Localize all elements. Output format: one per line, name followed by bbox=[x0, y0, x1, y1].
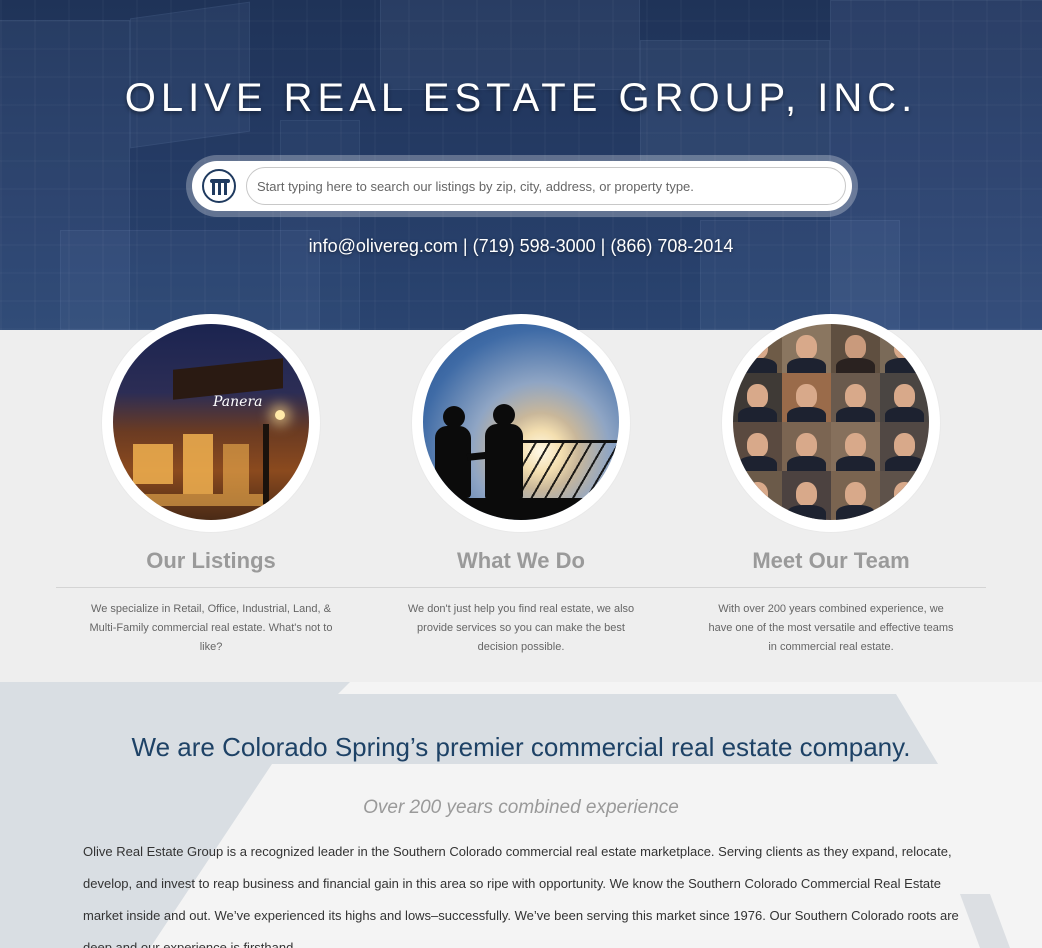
feature-what-we-do[interactable]: What We Do We don't just help you find r… bbox=[366, 314, 676, 682]
about-subheading: Over 200 years combined experience bbox=[363, 797, 679, 818]
feature-row: Panera Our Listings We specialize in Ret… bbox=[0, 314, 1042, 682]
team-photo[interactable] bbox=[733, 324, 929, 520]
feature-title[interactable]: Our Listings bbox=[56, 548, 366, 574]
about-heading: We are Colorado Spring’s premier commerc… bbox=[131, 732, 911, 762]
site-title[interactable]: OLIVE REAL ESTATE GROUP, INC. bbox=[0, 76, 1042, 121]
about-body: Olive Real Estate Group is a recognized … bbox=[83, 844, 959, 948]
divider bbox=[676, 587, 986, 588]
feature-description: We don't just help you find real estate,… bbox=[407, 603, 635, 653]
restaurant-photo[interactable]: Panera bbox=[113, 324, 309, 520]
feature-description: With over 200 years combined experience,… bbox=[708, 603, 954, 653]
hero-banner: OLIVE REAL ESTATE GROUP, INC. info@olive… bbox=[0, 0, 1042, 330]
divider bbox=[366, 587, 676, 588]
search-bar-inner bbox=[192, 161, 852, 211]
feature-description: We specialize in Retail, Office, Industr… bbox=[89, 603, 333, 653]
about-section: We are Colorado Spring’s premier commerc… bbox=[0, 682, 1042, 948]
feature-title[interactable]: What We Do bbox=[366, 548, 676, 574]
handshake-photo[interactable] bbox=[423, 324, 619, 520]
contact-info: info@olivereg.com | (719) 598-3000 | (86… bbox=[308, 236, 734, 256]
feature-meet-our-team[interactable]: Meet Our Team With over 200 years combin… bbox=[676, 314, 986, 682]
feature-title[interactable]: Meet Our Team bbox=[676, 548, 986, 574]
columns-logo-icon[interactable] bbox=[202, 169, 236, 203]
divider bbox=[56, 587, 366, 588]
search-bar bbox=[186, 155, 858, 217]
search-input[interactable] bbox=[246, 167, 846, 205]
feature-our-listings[interactable]: Panera Our Listings We specialize in Ret… bbox=[56, 314, 366, 682]
